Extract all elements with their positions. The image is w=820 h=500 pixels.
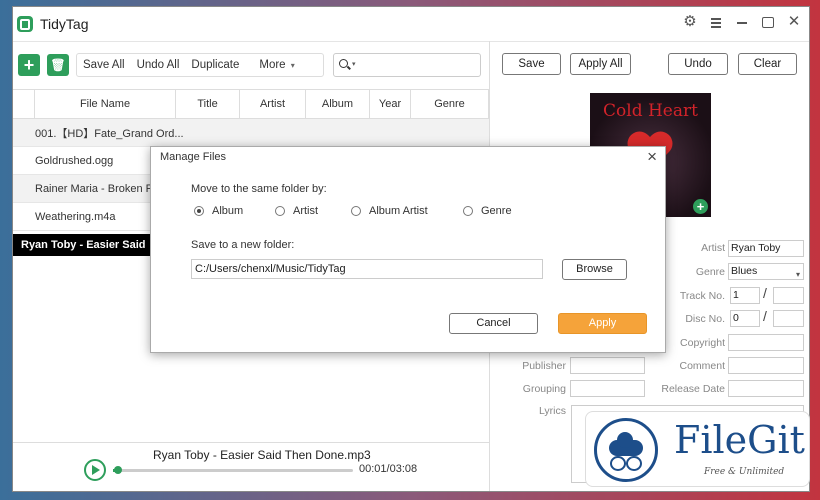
- window-controls: ⚙ ✕: [683, 14, 801, 29]
- progress-knob[interactable]: [113, 466, 122, 474]
- comment-field[interactable]: [728, 357, 804, 374]
- add-cover-icon[interactable]: +: [693, 199, 708, 214]
- close-icon[interactable]: ×: [647, 147, 657, 167]
- radio-label: Album Artist: [369, 205, 428, 217]
- folder-path-input[interactable]: C:/Users/chenxl/Music/TidyTag: [191, 259, 543, 279]
- release-date-label: Release Date: [661, 383, 725, 395]
- comment-label: Comment: [679, 360, 725, 372]
- cover-title: Cold Heart: [603, 101, 698, 121]
- cloud-icon: [609, 432, 643, 456]
- more-label: More: [259, 59, 286, 71]
- cancel-button[interactable]: Cancel: [449, 313, 538, 334]
- genre-select[interactable]: Blues ▾: [728, 263, 804, 280]
- dialog-title: Manage Files: [160, 151, 227, 163]
- table-row[interactable]: 001.【HD】Fate_Grand Ord...: [13, 119, 489, 147]
- app-logo-icon: [17, 16, 33, 32]
- browse-button[interactable]: Browse: [562, 259, 627, 280]
- column-header-file-name[interactable]: File Name: [35, 90, 176, 118]
- column-header-album[interactable]: Album: [306, 90, 370, 118]
- chevron-down-icon: ▾: [290, 61, 295, 70]
- radio-album-artist[interactable]: Album Artist: [351, 205, 428, 217]
- column-header-genre[interactable]: Genre: [411, 90, 489, 118]
- add-file-button[interactable]: +: [18, 54, 40, 76]
- maximize-icon[interactable]: [761, 15, 775, 29]
- save-folder-label: Save to a new folder:: [191, 239, 295, 251]
- genre-value: Blues: [731, 265, 758, 277]
- delete-button[interactable]: 🗑: [47, 54, 69, 76]
- table-row-selected[interactable]: Ryan Toby - Easier Said: [13, 234, 151, 256]
- release-date-field[interactable]: [728, 380, 804, 397]
- copyright-field[interactable]: [728, 334, 804, 351]
- radio-icon-selected: [194, 206, 204, 216]
- player-bar: Ryan Toby - Easier Said Then Done.mp3 00…: [13, 443, 489, 491]
- progress-slider[interactable]: [113, 466, 353, 474]
- title-bar: TidyTag ⚙ ✕: [13, 7, 809, 41]
- now-playing-title: Ryan Toby - Easier Said Then Done.mp3: [153, 448, 371, 462]
- toolbar: + 🗑 Save All Undo All Duplicate More ▾ ▾: [13, 51, 491, 83]
- move-label: Move to the same folder by:: [191, 183, 327, 195]
- app-title: TidyTag: [40, 16, 89, 32]
- grouping-field[interactable]: [570, 380, 645, 397]
- radio-label: Artist: [293, 205, 319, 217]
- chevron-down-icon[interactable]: ▾: [352, 60, 356, 68]
- watermark: FileGit Free & Unlimited: [585, 411, 810, 487]
- disc-field[interactable]: 0: [730, 310, 760, 327]
- radio-genre[interactable]: Genre: [463, 205, 512, 217]
- radio-icon: [275, 206, 285, 216]
- grouping-label: Grouping: [522, 383, 566, 395]
- undo-all-button[interactable]: Undo All: [131, 59, 186, 71]
- watermark-name: FileGit: [674, 418, 805, 462]
- radio-album[interactable]: Album: [194, 205, 243, 217]
- search-input[interactable]: ▾: [333, 53, 481, 77]
- chevron-down-icon: ▾: [795, 270, 800, 279]
- publisher-field[interactable]: [570, 357, 645, 374]
- radio-label: Album: [212, 205, 244, 217]
- column-header-year[interactable]: Year: [370, 90, 411, 118]
- save-button[interactable]: Save: [502, 53, 561, 75]
- toolbar-actions: Save All Undo All Duplicate More ▾: [76, 53, 324, 77]
- save-all-button[interactable]: Save All: [77, 59, 131, 71]
- time-readout: 00:01/03:08: [359, 463, 418, 475]
- column-header-select[interactable]: [13, 90, 35, 118]
- filegit-logo-icon: [594, 418, 658, 482]
- duplicate-button[interactable]: Duplicate: [185, 59, 245, 71]
- track-separator: /: [763, 285, 767, 301]
- radio-artist[interactable]: Artist: [275, 205, 318, 217]
- search-icon: [339, 59, 348, 68]
- gear-icon[interactable]: ⚙: [683, 14, 697, 29]
- more-button[interactable]: More ▾: [253, 59, 300, 71]
- glasses-icon: [610, 456, 642, 471]
- artist-field[interactable]: Ryan Toby: [728, 240, 804, 257]
- radio-icon: [463, 206, 473, 216]
- clear-button[interactable]: Clear: [738, 53, 797, 75]
- apply-button[interactable]: Apply: [558, 313, 647, 334]
- publisher-label: Publisher: [522, 360, 566, 372]
- track-field[interactable]: 1: [730, 287, 760, 304]
- menu-icon[interactable]: [709, 15, 723, 29]
- disc-separator: /: [763, 308, 767, 324]
- column-header-title[interactable]: Title: [176, 90, 240, 118]
- minimize-icon[interactable]: [735, 15, 749, 29]
- table-header: File Name Title Artist Album Year Genre: [13, 89, 489, 119]
- manage-files-dialog: Manage Files × Move to the same folder b…: [150, 146, 666, 353]
- track-total-field[interactable]: [773, 287, 804, 304]
- close-icon[interactable]: ✕: [787, 14, 801, 29]
- play-icon[interactable]: [84, 459, 106, 481]
- apply-all-button[interactable]: Apply All: [570, 53, 631, 75]
- column-header-artist[interactable]: Artist: [240, 90, 306, 118]
- disc-total-field[interactable]: [773, 310, 804, 327]
- lyrics-label: Lyrics: [538, 405, 566, 417]
- radio-label: Genre: [481, 205, 512, 217]
- radio-icon: [351, 206, 361, 216]
- watermark-tagline: Free & Unlimited: [704, 467, 785, 477]
- undo-button[interactable]: Undo: [668, 53, 728, 75]
- title-divider: [13, 41, 809, 42]
